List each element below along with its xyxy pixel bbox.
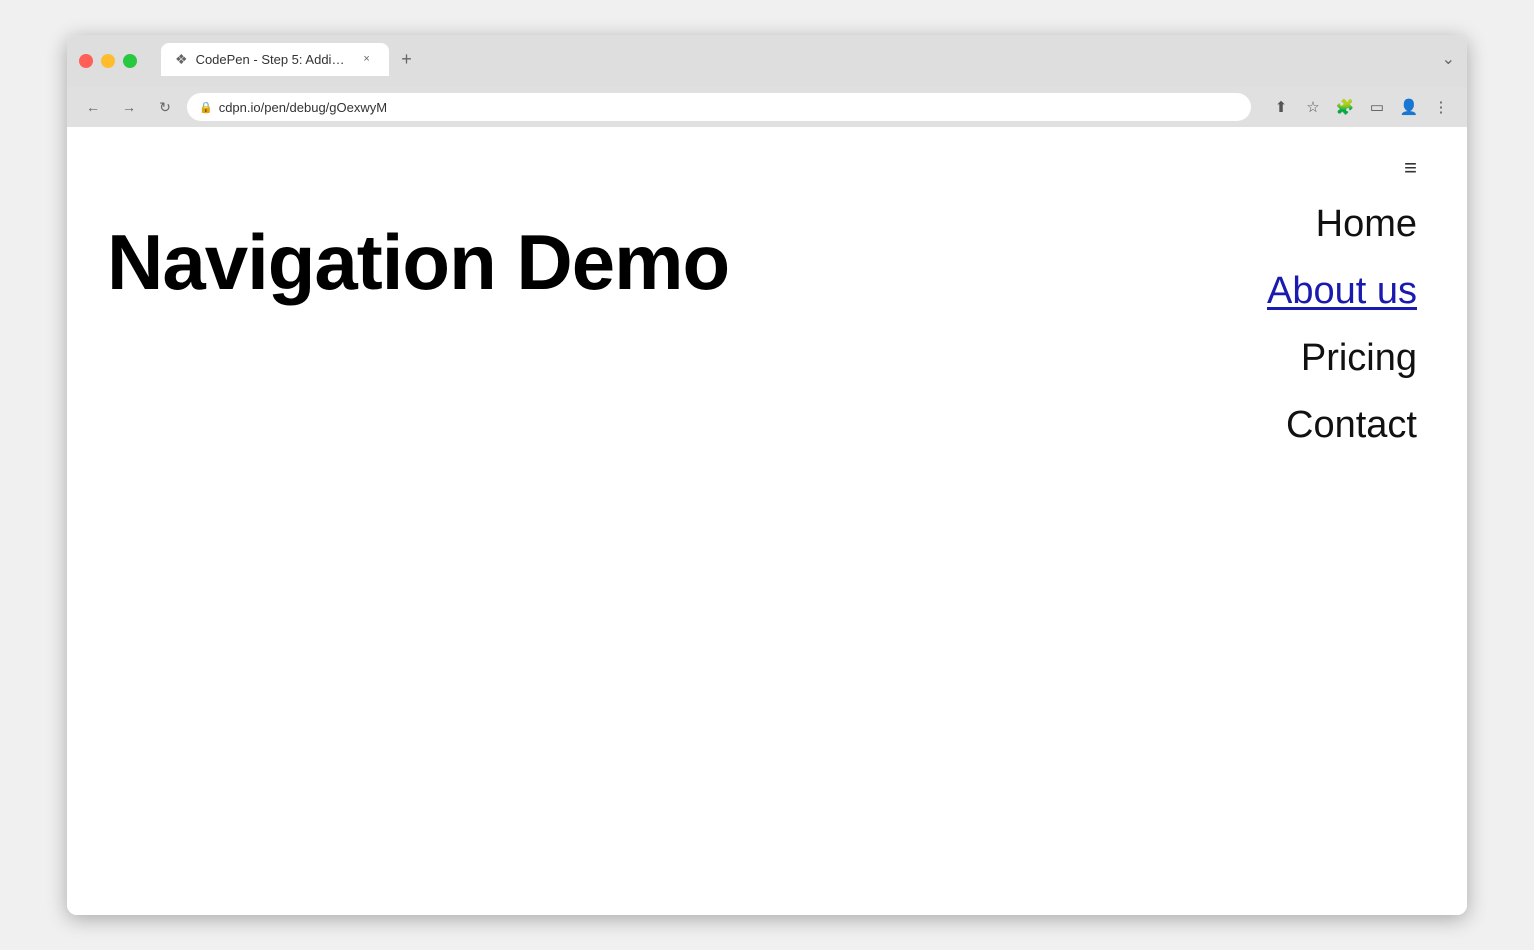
tab-bar: ❖ CodePen - Step 5: Adding a bu × + [149,43,433,76]
address-field[interactable]: 🔒 cdpn.io/pen/debug/gOexwyM [187,93,1251,121]
nav-item-about[interactable]: About us [1267,258,1417,325]
close-button[interactable] [79,54,93,68]
tab-favicon: ❖ [175,51,188,68]
active-tab[interactable]: ❖ CodePen - Step 5: Adding a bu × [161,43,389,76]
share-button[interactable]: ⬆ [1267,93,1295,121]
title-bar: ❖ CodePen - Step 5: Adding a bu × + ⌄ [67,35,1467,87]
nav-item-pricing[interactable]: Pricing [1301,325,1417,392]
tab-dropdown-button[interactable]: ⌄ [1442,49,1455,69]
back-button[interactable]: ← [79,93,107,121]
page-title: Navigation Demo [107,217,729,308]
nav-item-contact[interactable]: Contact [1286,392,1417,459]
page-content: Navigation Demo ≡ Home About us Pricing … [67,127,1467,915]
address-bar-row: ← → ↻ 🔒 cdpn.io/pen/debug/gOexwyM ⬆ ☆ 🧩 … [67,87,1467,127]
lock-icon: 🔒 [199,101,213,114]
traffic-lights [79,54,137,68]
profile-button[interactable]: 👤 [1395,93,1423,121]
forward-button[interactable]: → [115,93,143,121]
url-text: cdpn.io/pen/debug/gOexwyM [219,100,1239,115]
reader-button[interactable]: ▭ [1363,93,1391,121]
bookmark-button[interactable]: ☆ [1299,93,1327,121]
new-tab-button[interactable]: + [393,46,421,74]
browser-window: ❖ CodePen - Step 5: Adding a bu × + ⌄ ← … [67,35,1467,915]
browser-chrome: ❖ CodePen - Step 5: Adding a bu × + ⌄ ← … [67,35,1467,127]
tab-close-button[interactable]: × [359,51,375,67]
reload-button[interactable]: ↻ [151,93,179,121]
toolbar-icons: ⬆ ☆ 🧩 ▭ 👤 ⋮ [1267,93,1455,121]
nav-menu: ≡ Home About us Pricing Contact [1267,157,1417,459]
minimize-button[interactable] [101,54,115,68]
hamburger-icon[interactable]: ≡ [1404,157,1417,179]
tab-title: CodePen - Step 5: Adding a bu [196,52,351,67]
more-button[interactable]: ⋮ [1427,93,1455,121]
nav-item-home[interactable]: Home [1316,191,1417,258]
maximize-button[interactable] [123,54,137,68]
extensions-button[interactable]: 🧩 [1331,93,1359,121]
